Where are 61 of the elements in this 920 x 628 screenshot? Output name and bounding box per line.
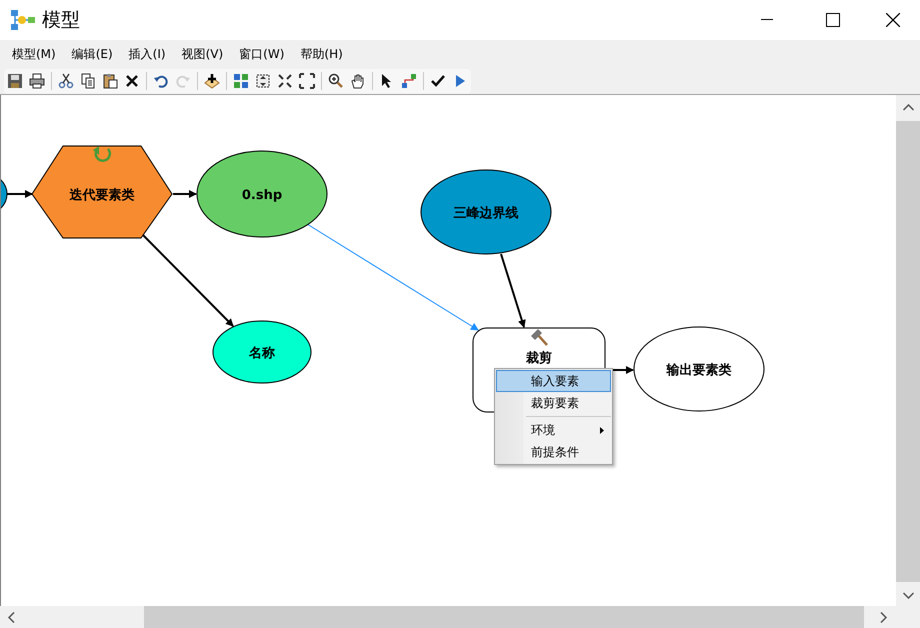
zoom-icon <box>328 73 344 89</box>
pan-icon <box>350 73 366 89</box>
context-menu-item[interactable]: 裁剪要素 <box>496 392 611 414</box>
cut-tool-button[interactable] <box>56 71 76 91</box>
cut-icon <box>58 73 74 89</box>
hammer-icon <box>531 329 548 346</box>
node-label: 三峰边界线 <box>454 206 518 221</box>
minimize-icon <box>761 19 773 21</box>
save-tool-button[interactable] <box>5 71 25 91</box>
menu-item[interactable]: 帮助(H) <box>292 45 351 63</box>
expand-tool-button[interactable] <box>297 71 317 91</box>
print-icon <box>29 73 45 89</box>
connector-arrow <box>173 190 197 198</box>
shrink-icon <box>277 73 293 89</box>
menu-item[interactable]: 编辑(E) <box>64 45 121 63</box>
context-menu-item[interactable]: 环境 <box>496 419 611 441</box>
window-title: 模型 <box>42 8 80 33</box>
rotate-icon <box>93 146 111 162</box>
node-label: 迭代要素类 <box>70 188 134 203</box>
node-label: 输出要素类 <box>666 363 732 378</box>
data-ellipse[interactable] <box>634 326 764 412</box>
context-menu-item[interactable]: 前提条件 <box>496 441 611 463</box>
horizontal-scrollbar[interactable] <box>0 606 896 628</box>
redo-icon <box>175 73 191 89</box>
fit-icon <box>255 73 271 89</box>
add-tool-button[interactable] <box>202 71 222 91</box>
node-label: 名称 <box>249 346 275 361</box>
connector-arrow <box>7 190 33 198</box>
node-label: 裁剪 <box>526 351 552 366</box>
expand-icon <box>299 73 315 89</box>
menu-item[interactable]: 视图(V) <box>174 45 232 63</box>
menu-item[interactable]: 窗口(W) <box>231 45 292 63</box>
layout-icon <box>233 73 249 89</box>
add-icon <box>204 73 220 89</box>
close-icon <box>886 13 900 27</box>
layout-tool-button[interactable] <box>231 71 251 91</box>
connect-tool-button[interactable] <box>399 71 419 91</box>
scroll-left-icon[interactable] <box>8 612 15 622</box>
maximize-icon <box>826 13 840 27</box>
submenu-arrow-icon <box>600 426 604 434</box>
scroll-up-icon[interactable] <box>902 104 914 111</box>
print-tool-button[interactable] <box>27 71 47 91</box>
model-app-icon <box>10 9 36 31</box>
data-ellipse[interactable] <box>212 320 312 384</box>
connect-icon <box>401 73 417 89</box>
menu-item[interactable]: 插入(I) <box>120 45 174 63</box>
context-menu-item[interactable]: 输入要素 <box>496 370 611 392</box>
copy-icon <box>80 73 96 89</box>
data-ellipse[interactable] <box>420 170 552 254</box>
data-ellipse[interactable] <box>196 150 328 238</box>
validate-icon <box>430 73 446 89</box>
scroll-right-icon[interactable] <box>880 612 887 622</box>
undo-icon <box>153 73 169 89</box>
paste-icon <box>102 73 118 89</box>
iterator-hexagon[interactable] <box>31 146 173 238</box>
scrollbar-thumb[interactable] <box>144 606 864 628</box>
menu-item[interactable]: 模型(M) <box>4 45 64 63</box>
save-icon <box>7 73 23 89</box>
delete-icon <box>124 73 140 89</box>
scroll-down-icon[interactable] <box>902 592 914 599</box>
node-label: 0.shp <box>242 188 282 203</box>
